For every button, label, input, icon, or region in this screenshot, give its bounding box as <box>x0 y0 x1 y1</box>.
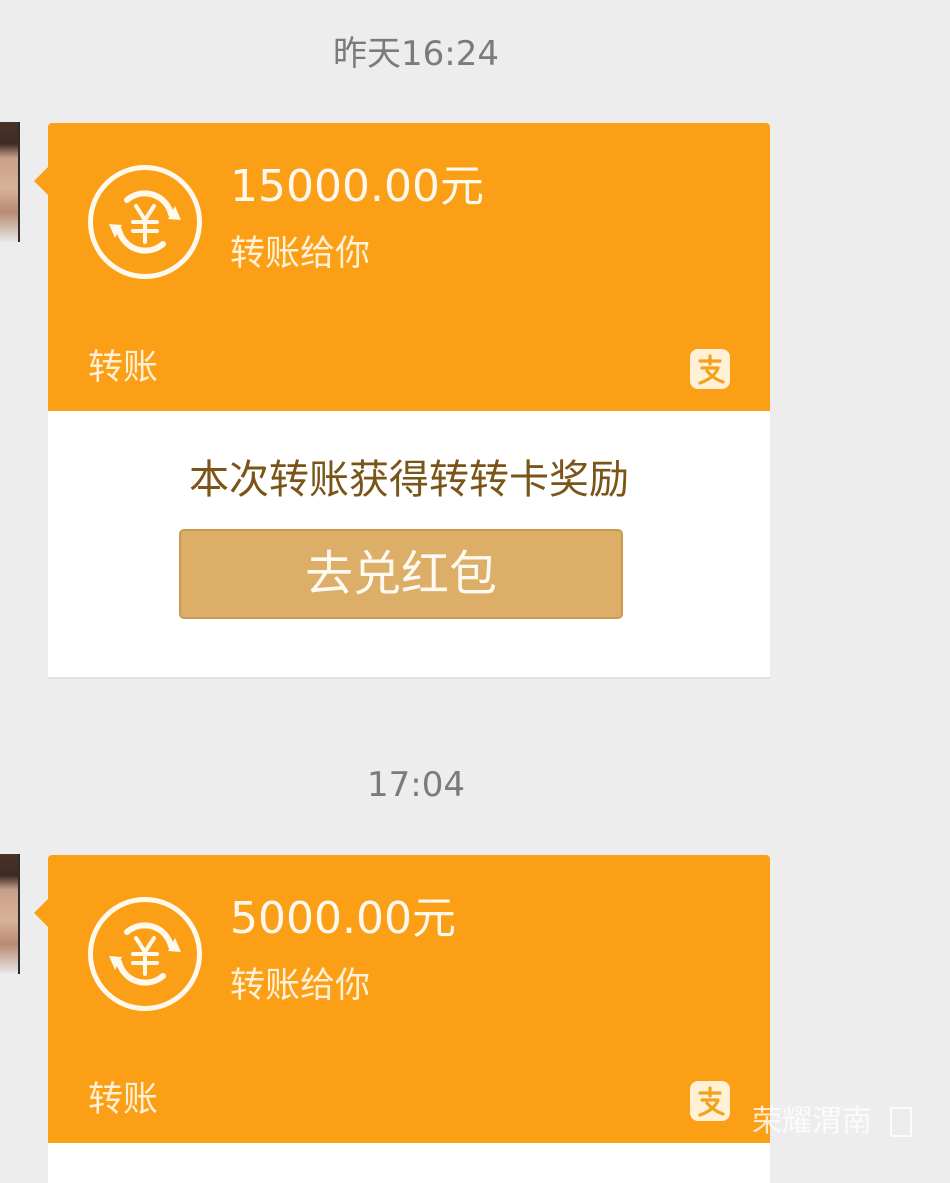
transfer-amount: 15000.00元 <box>230 161 484 212</box>
message-pointer <box>34 167 48 195</box>
transfer-type-label: 转账 <box>88 348 159 388</box>
yuan-transfer-icon-2 <box>88 897 202 1011</box>
sender-avatar[interactable] <box>0 122 20 242</box>
transfer-type-label-2: 转账 <box>88 1080 159 1120</box>
reward-section-2 <box>48 1143 770 1183</box>
yuan-transfer-icon <box>88 165 202 279</box>
transfer-header: 15000.00元 转账给你 转账 <box>34 123 770 411</box>
redeem-red-packet-button[interactable]: 去兑红包 <box>179 529 623 619</box>
transfer-message-card-2[interactable]: 5000.00元 转账给你 转账 <box>34 855 770 1183</box>
timestamp-1: 昨天16:24 <box>333 34 499 74</box>
reward-text: 本次转账获得转转卡奖励 <box>189 457 629 503</box>
transfer-message-card[interactable]: 15000.00元 转账给你 转账 本次转账获得转转卡奖励 去兑红包 <box>34 123 770 679</box>
watermark-box <box>890 1107 912 1137</box>
watermark-text: 荣耀渭南 <box>752 1104 872 1139</box>
transfer-description: 转账给你 <box>230 234 371 274</box>
timestamp-2: 17:04 <box>367 765 465 805</box>
reward-section: 本次转账获得转转卡奖励 去兑红包 <box>48 411 770 679</box>
transfer-amount-2: 5000.00元 <box>230 893 456 944</box>
alipay-badge-icon-2 <box>690 1081 730 1121</box>
message-pointer-2 <box>34 899 48 927</box>
watermark-logo: 荣耀渭南 <box>752 1105 912 1153</box>
sender-avatar-2[interactable] <box>0 854 20 974</box>
transfer-header-2: 5000.00元 转账给你 转账 <box>34 855 770 1143</box>
alipay-badge-icon <box>690 349 730 389</box>
transfer-description-2: 转账给你 <box>230 966 371 1006</box>
